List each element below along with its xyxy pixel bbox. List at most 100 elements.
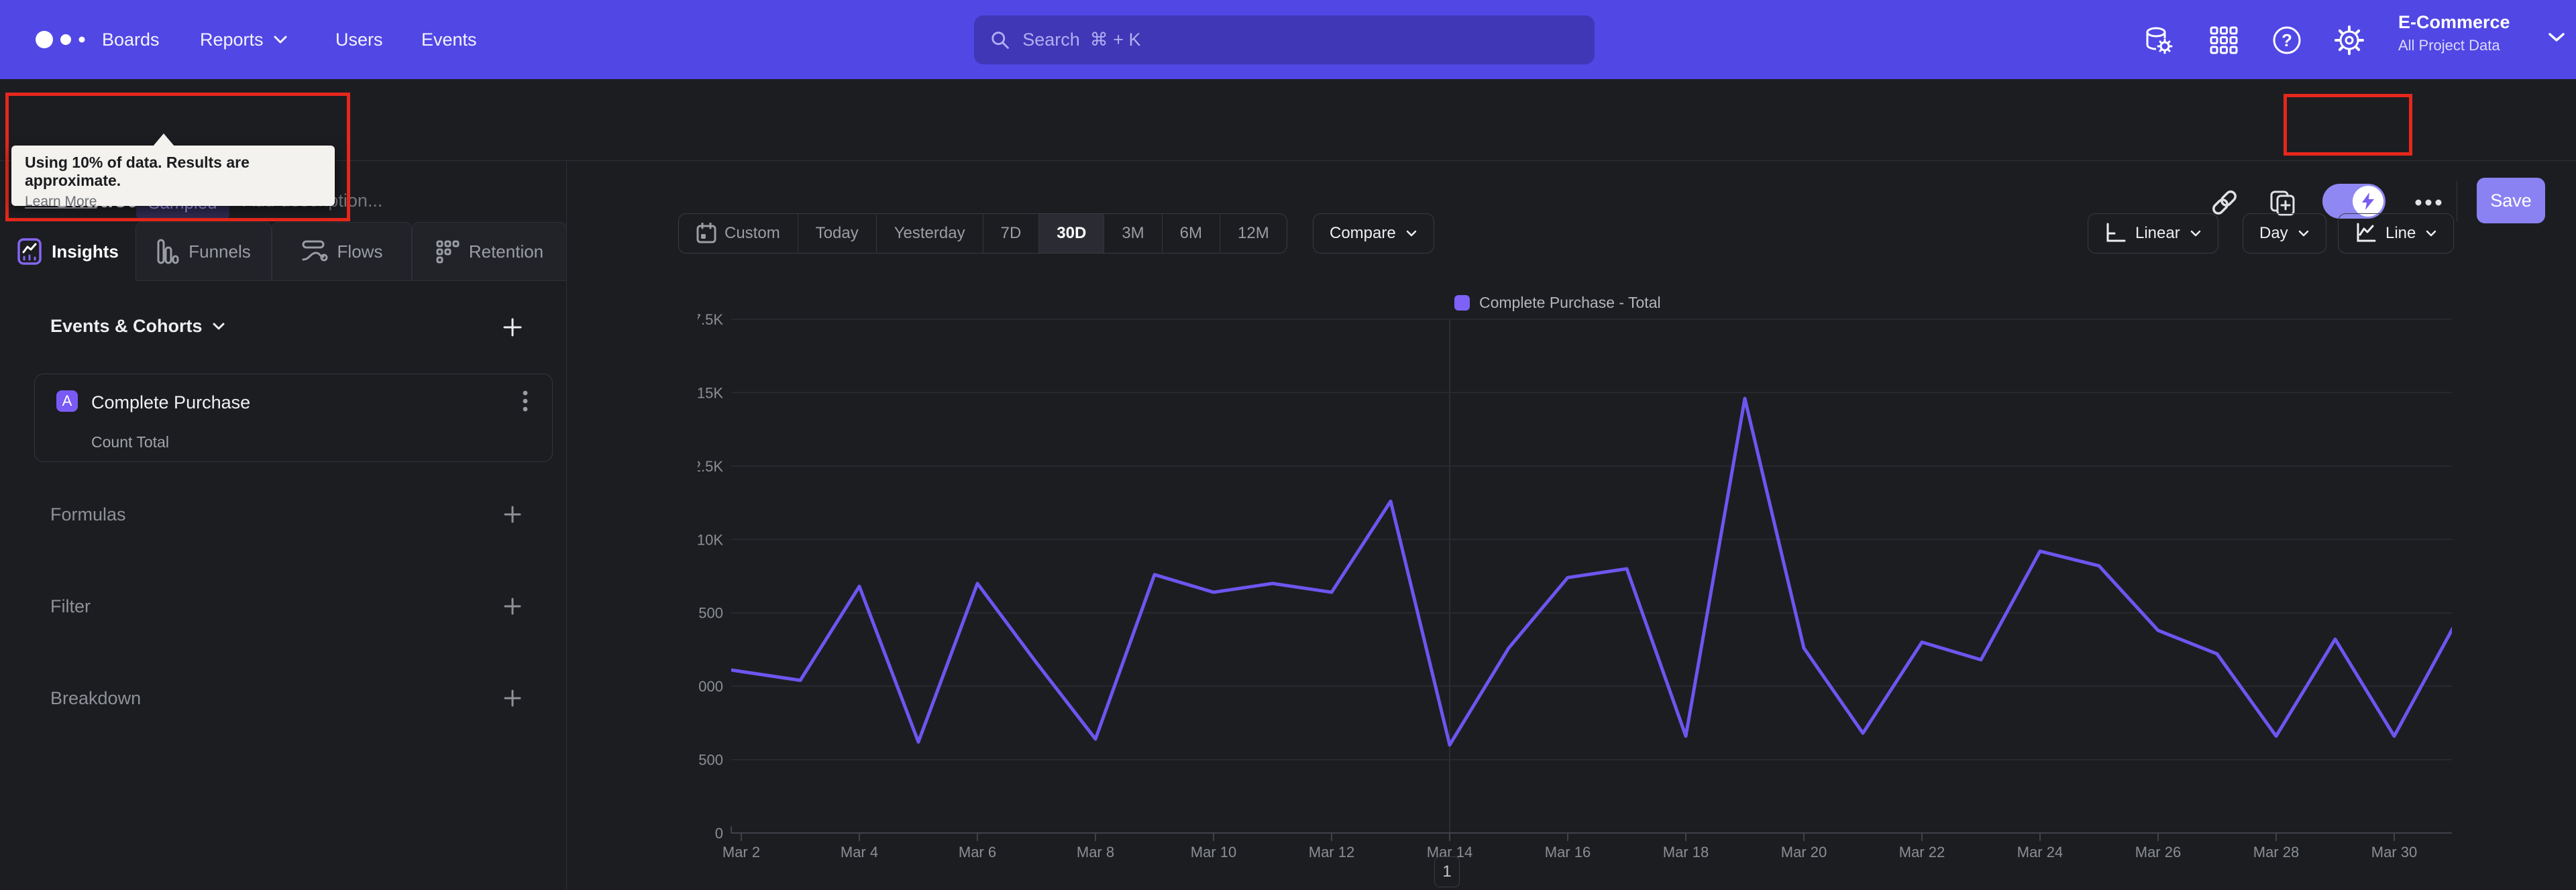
apps-grid-button[interactable] — [2208, 24, 2240, 56]
database-gear-icon — [2146, 27, 2173, 54]
calendar-icon — [696, 223, 716, 243]
chevron-down-icon — [213, 323, 225, 330]
tab-retention[interactable]: Retention — [412, 222, 567, 281]
scale-dropdown[interactable]: Linear — [2088, 213, 2218, 254]
add-event-button[interactable] — [497, 312, 528, 343]
range-custom-label: Custom — [724, 224, 780, 242]
range-7d[interactable]: 7D — [982, 214, 1039, 253]
report-tabs: Insights Funnels Flows Retention — [0, 222, 567, 281]
range-yesterday[interactable]: Yesterday — [875, 214, 983, 253]
range-12m-label: 12M — [1238, 224, 1269, 242]
tab-funnels[interactable]: Funnels — [136, 222, 272, 281]
x-axis-label: Mar 16 — [1545, 844, 1591, 860]
series-line — [731, 396, 2452, 747]
project-name: E-Commerce — [2398, 12, 2510, 32]
retention-icon — [436, 240, 460, 264]
chart-type-label: Line — [2385, 224, 2416, 242]
add-filter-button[interactable] — [497, 591, 528, 622]
nav-item-users[interactable]: Users — [335, 0, 383, 79]
y-axis-label: 2,500 — [698, 752, 723, 769]
tooltip-caret — [153, 133, 174, 146]
compare-dropdown[interactable]: Compare — [1313, 213, 1434, 254]
x-axis-label: Mar 2 — [722, 844, 760, 860]
range-today[interactable]: Today — [797, 214, 876, 253]
help-icon: ? — [2273, 26, 2301, 54]
nav-item-reports[interactable]: Reports — [200, 0, 288, 79]
x-axis-label: Mar 22 — [1899, 844, 1945, 860]
range-custom[interactable]: Custom — [679, 214, 798, 253]
plus-icon — [504, 689, 521, 707]
apps-grid-icon — [2210, 26, 2238, 54]
chevron-down-icon — [2298, 230, 2308, 237]
mixpanel-logo[interactable] — [35, 30, 102, 50]
x-axis-label: Mar 30 — [2371, 844, 2417, 860]
x-axis-label: Mar 4 — [841, 844, 878, 860]
project-selector[interactable]: E-Commerce All Project Data — [2398, 12, 2510, 54]
add-breakdown-button[interactable] — [497, 683, 528, 714]
range-3m[interactable]: 3M — [1104, 214, 1161, 253]
lightning-bolt-icon — [2362, 192, 2374, 210]
tab-flows[interactable]: Flows — [272, 222, 412, 281]
line-chart-icon — [2357, 223, 2376, 242]
svg-text:?: ? — [2282, 30, 2292, 50]
range-today-label: Today — [815, 224, 859, 242]
tab-insights[interactable]: Insights — [0, 222, 136, 281]
learn-more-link[interactable]: Learn More — [25, 194, 97, 210]
y-axis-label: 0 — [715, 825, 723, 842]
sampling-tooltip: Using 10% of data. Results are approxima… — [11, 146, 335, 209]
insights-icon — [17, 238, 42, 265]
events-cohorts-label: Events & Cohorts — [50, 316, 203, 336]
settings-gear-icon — [2334, 25, 2364, 55]
project-chevron-down-icon — [2548, 33, 2565, 42]
event-card[interactable]: A Complete Purchase Count Total — [34, 374, 553, 462]
breakdown-section: Breakdown — [0, 683, 567, 715]
x-axis-label: Mar 10 — [1191, 844, 1236, 860]
x-axis-label: Mar 8 — [1077, 844, 1114, 860]
data-management-button[interactable] — [2142, 24, 2174, 56]
formulas-label: Formulas — [50, 504, 126, 524]
chevron-down-icon — [1406, 230, 1416, 237]
kebab-menu-icon — [523, 390, 528, 412]
search-bar[interactable] — [974, 15, 1595, 64]
help-button[interactable]: ? — [2271, 24, 2303, 56]
y-axis-label: 15K — [698, 384, 723, 401]
nav-item-boards[interactable]: Boards — [102, 0, 160, 79]
flows-icon — [302, 240, 328, 262]
y-axis-label: 10K — [698, 531, 723, 548]
breakdown-label: Breakdown — [50, 688, 142, 708]
event-metric[interactable]: Count Total — [91, 433, 169, 451]
granularity-label: Day — [2259, 224, 2288, 242]
link-icon — [2212, 190, 2237, 215]
pagination-page-button[interactable]: 1 — [1434, 856, 1460, 887]
add-formula-button[interactable] — [497, 499, 528, 530]
ellipsis-icon — [2415, 199, 2442, 206]
chevron-down-icon — [2190, 230, 2200, 237]
nav-events-label: Events — [421, 29, 477, 50]
range-12m[interactable]: 12M — [1220, 214, 1287, 253]
x-axis-label: Mar 18 — [1663, 844, 1709, 860]
range-30d[interactable]: 30D — [1038, 214, 1104, 253]
tab-retention-label: Retention — [468, 241, 544, 262]
event-options-button[interactable] — [513, 389, 537, 413]
top-nav: Boards Reports Users Events Search ⌘ + K… — [0, 0, 2576, 79]
toggle-knob — [2353, 186, 2383, 217]
search-input[interactable] — [1022, 30, 1578, 50]
plus-icon — [504, 506, 521, 523]
granularity-dropdown[interactable]: Day — [2243, 213, 2326, 254]
nav-item-events[interactable]: Events — [421, 0, 477, 79]
save-button[interactable]: Save — [2477, 178, 2545, 223]
range-3m-label: 3M — [1122, 224, 1144, 242]
tab-funnels-label: Funnels — [189, 241, 251, 262]
project-scope: All Project Data — [2398, 37, 2500, 54]
linear-axis-icon — [2106, 223, 2126, 242]
y-axis-label: 7,500 — [698, 605, 723, 622]
event-name[interactable]: Complete Purchase — [91, 392, 250, 413]
compare-label: Compare — [1330, 224, 1396, 242]
chart-type-dropdown[interactable]: Line — [2338, 213, 2455, 254]
scale-label: Linear — [2135, 224, 2180, 242]
range-6m[interactable]: 6M — [1161, 214, 1220, 253]
settings-button[interactable] — [2333, 24, 2365, 56]
chevron-down-icon — [2426, 230, 2436, 237]
x-axis-label: Mar 28 — [2253, 844, 2299, 860]
events-cohorts-toggle[interactable]: Events & Cohorts — [50, 316, 225, 337]
